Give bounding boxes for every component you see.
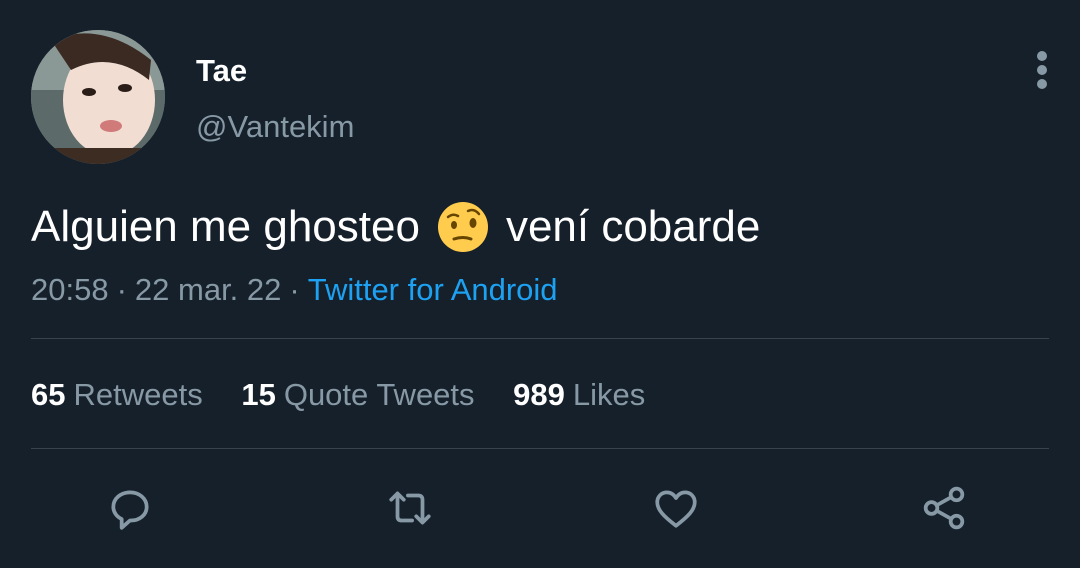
retweet-icon: [389, 491, 431, 525]
retweets-label: Retweets: [73, 377, 203, 412]
user-handle[interactable]: @Vantekim: [196, 108, 354, 146]
likes-label: Likes: [572, 377, 646, 412]
tweet-text: Alguien me ghosteo vení cobarde: [31, 200, 760, 254]
more-options-button[interactable]: [1026, 48, 1058, 92]
reply-icon: [111, 490, 149, 530]
heart-icon: [655, 490, 697, 528]
tweet-text-part-2: vení cobarde: [505, 202, 761, 251]
face-with-raised-eyebrow-icon: [436, 200, 490, 254]
retweets-stat[interactable]: 65 Retweets: [31, 377, 203, 412]
tweet-time: 20:58: [31, 272, 109, 307]
quote-tweets-stat[interactable]: 15 Quote Tweets: [241, 377, 474, 412]
display-name[interactable]: Tae: [196, 52, 247, 90]
retweets-count: 65: [31, 377, 66, 412]
divider: [31, 448, 1049, 449]
share-icon: [923, 486, 965, 530]
tweet-source-link[interactable]: Twitter for Android: [308, 272, 558, 307]
quote-tweets-count: 15: [241, 377, 276, 412]
more-vertical-icon: [1037, 51, 1047, 89]
avatar-image: [31, 30, 165, 164]
tweet-stats: 65 Retweets 15 Quote Tweets 989 Likes: [31, 376, 675, 414]
likes-count: 989: [513, 377, 565, 412]
divider: [31, 338, 1049, 339]
tweet-meta: 20:58 · 22 mar. 22 · Twitter for Android: [31, 271, 558, 309]
quote-tweets-label: Quote Tweets: [283, 377, 475, 412]
reply-button[interactable]: [102, 480, 158, 536]
meta-separator: ·: [116, 272, 127, 307]
meta-separator: ·: [289, 272, 300, 307]
tweet-date: 22 mar. 22: [134, 272, 282, 307]
tweet-text-part-1: Alguien me ghosteo: [31, 202, 420, 251]
retweet-button[interactable]: [382, 480, 438, 536]
share-button[interactable]: [916, 480, 972, 536]
avatar[interactable]: [31, 30, 165, 164]
likes-stat[interactable]: 989 Likes: [513, 377, 645, 412]
like-button[interactable]: [648, 480, 704, 536]
